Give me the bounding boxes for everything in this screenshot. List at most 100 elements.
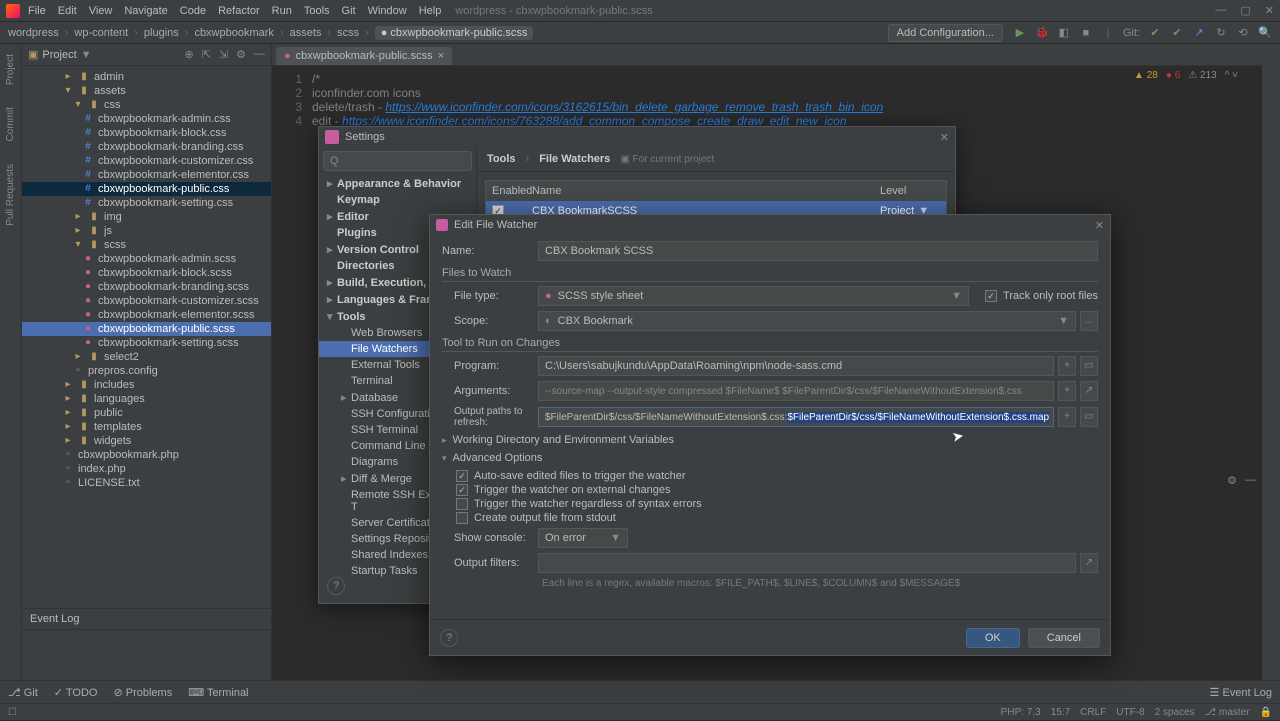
tree-folder[interactable]: ▸▮admin bbox=[22, 70, 271, 84]
menu-file[interactable]: File bbox=[28, 5, 46, 17]
code-editor[interactable]: ▲ 28 ● 6 ⚠ 213 ^ ˅ 1/* 2iconfinder.com i… bbox=[272, 66, 1262, 134]
ok-button[interactable]: OK bbox=[966, 628, 1020, 648]
expand-icon[interactable]: ⇱ bbox=[202, 48, 211, 61]
problems-tab[interactable]: ⊘ Problems bbox=[113, 686, 172, 699]
git-rollback-icon[interactable]: ⟲ bbox=[1236, 26, 1250, 39]
gear-icon[interactable]: ⚙ bbox=[1227, 474, 1237, 487]
tree-file[interactable]: #cbxwpbookmark-public.css bbox=[22, 182, 271, 196]
autosave-checkbox[interactable]: Auto-save edited files to trigger the wa… bbox=[456, 470, 1098, 482]
tree-file[interactable]: #cbxwpbookmark-elementor.css bbox=[22, 168, 271, 182]
scope-select[interactable]: ◐ CBX Bookmark▼ bbox=[538, 311, 1076, 331]
breadcrumb-seg[interactable]: assets bbox=[290, 27, 322, 39]
breadcrumb-seg[interactable]: wordpress bbox=[8, 27, 59, 39]
output-paths-input[interactable]: $FileParentDir$/css/$FileNameWithoutExte… bbox=[538, 407, 1054, 427]
tree-folder[interactable]: ▾▮assets bbox=[22, 84, 271, 98]
breadcrumb-file[interactable]: ● cbxwpbookmark-public.scss bbox=[375, 26, 534, 40]
breadcrumb-seg[interactable]: wp-content bbox=[74, 27, 128, 39]
tree-folder[interactable]: ▸▮js bbox=[22, 224, 271, 238]
tree-file[interactable]: ●cbxwpbookmark-public.scss bbox=[22, 322, 271, 336]
gear-icon[interactable]: ⚙ bbox=[236, 48, 246, 61]
help-icon[interactable]: ? bbox=[440, 629, 458, 647]
breadcrumb-seg[interactable]: plugins bbox=[144, 27, 179, 39]
tree-folder[interactable]: ▸▮public bbox=[22, 406, 271, 420]
inspection-summary[interactable]: ▲ 28 ● 6 ⚠ 213 ^ ˅ bbox=[1134, 70, 1238, 81]
expand-icon[interactable]: ↗ bbox=[1080, 553, 1098, 573]
insert-macro-icon[interactable]: + bbox=[1058, 381, 1076, 401]
todo-tab[interactable]: ✓ TODO bbox=[54, 686, 98, 699]
menu-window[interactable]: Window bbox=[368, 5, 407, 17]
help-icon[interactable]: ? bbox=[327, 577, 345, 595]
tree-folder[interactable]: ▸▮includes bbox=[22, 378, 271, 392]
git-history-icon[interactable]: ↻ bbox=[1214, 26, 1228, 39]
scope-browse-button[interactable]: … bbox=[1080, 311, 1098, 331]
encoding[interactable]: UTF-8 bbox=[1116, 707, 1144, 718]
git-push-icon[interactable]: ✔ bbox=[1170, 26, 1184, 39]
menu-navigate[interactable]: Navigate bbox=[124, 5, 167, 17]
git-commit-icon[interactable]: ✔ bbox=[1148, 26, 1162, 39]
breadcrumb-seg[interactable]: scss bbox=[337, 27, 359, 39]
tree-folder[interactable]: ▸▮templates bbox=[22, 420, 271, 434]
track-root-checkbox[interactable]: Track only root files bbox=[985, 290, 1098, 302]
tree-folder[interactable]: ▾▮css bbox=[22, 98, 271, 112]
menu-help[interactable]: Help bbox=[419, 5, 442, 17]
breadcrumb-seg[interactable]: cbxwpbookmark bbox=[194, 27, 273, 39]
external-changes-checkbox[interactable]: Trigger the watcher on external changes bbox=[456, 484, 1098, 496]
project-tool-tab[interactable]: Project bbox=[5, 50, 16, 89]
tree-file[interactable]: ●cbxwpbookmark-block.scss bbox=[22, 266, 271, 280]
tree-file[interactable]: ▫cbxwpbookmark.php bbox=[22, 448, 271, 462]
working-dir-section[interactable]: ▸Working Directory and Environment Varia… bbox=[442, 434, 1098, 446]
tree-folder[interactable]: ▾▮scss bbox=[22, 238, 271, 252]
tree-folder[interactable]: ▸▮languages bbox=[22, 392, 271, 406]
add-configuration-button[interactable]: Add Configuration... bbox=[888, 24, 1003, 42]
tree-file[interactable]: #cbxwpbookmark-setting.css bbox=[22, 196, 271, 210]
menu-git[interactable]: Git bbox=[342, 5, 356, 17]
target-icon[interactable]: ⊕ bbox=[184, 48, 193, 61]
git-branch[interactable]: ⎇ master bbox=[1205, 707, 1250, 718]
debug-icon[interactable]: 🐞 bbox=[1035, 26, 1049, 39]
show-console-select[interactable]: On error▼ bbox=[538, 528, 628, 548]
search-icon[interactable]: 🔍 bbox=[1258, 26, 1272, 39]
browse-icon[interactable]: ▭ bbox=[1080, 356, 1098, 376]
browse-icon[interactable]: ▭ bbox=[1080, 407, 1098, 427]
project-tree[interactable]: ▸▮admin▾▮assets▾▮css#cbxwpbookmark-admin… bbox=[22, 66, 271, 608]
menu-code[interactable]: Code bbox=[180, 5, 206, 17]
lock-icon[interactable]: 🔒 bbox=[1260, 707, 1272, 718]
efw-close-icon[interactable]: ✕ bbox=[1095, 219, 1104, 232]
tree-folder[interactable]: ▸▮img bbox=[22, 210, 271, 224]
commit-tool-tab[interactable]: Commit bbox=[5, 103, 16, 145]
tree-file[interactable]: ▫LICENSE.txt bbox=[22, 476, 271, 490]
terminal-tab[interactable]: ⌨ Terminal bbox=[188, 686, 248, 699]
settings-crumb-tools[interactable]: Tools bbox=[487, 153, 516, 165]
git-tab[interactable]: ⎇ Git bbox=[8, 686, 38, 699]
arguments-input[interactable]: --source-map --output-style compressed $… bbox=[538, 381, 1054, 401]
collapse-icon[interactable]: ⇲ bbox=[219, 48, 228, 61]
tree-file[interactable]: ●cbxwpbookmark-customizer.scss bbox=[22, 294, 271, 308]
name-input[interactable]: CBX Bookmark SCSS bbox=[538, 241, 1098, 261]
menu-edit[interactable]: Edit bbox=[58, 5, 77, 17]
menu-tools[interactable]: Tools bbox=[304, 5, 330, 17]
tree-file[interactable]: #cbxwpbookmark-block.css bbox=[22, 126, 271, 140]
expand-icon[interactable]: ↗ bbox=[1080, 381, 1098, 401]
indent[interactable]: 2 spaces bbox=[1155, 707, 1195, 718]
tree-file[interactable]: ▫prepros.config bbox=[22, 364, 271, 378]
settings-item[interactable]: Keymap bbox=[319, 192, 476, 208]
menu-view[interactable]: View bbox=[89, 5, 113, 17]
tree-folder[interactable]: ▸▮widgets bbox=[22, 434, 271, 448]
tree-file[interactable]: ▫index.php bbox=[22, 462, 271, 476]
settings-item[interactable]: ▸Appearance & Behavior bbox=[319, 175, 476, 192]
syntax-errors-checkbox[interactable]: Trigger the watcher regardless of syntax… bbox=[456, 498, 1098, 510]
pull-requests-tab[interactable]: Pull Requests bbox=[5, 160, 16, 230]
tree-file[interactable]: #cbxwpbookmark-customizer.css bbox=[22, 154, 271, 168]
stop-icon[interactable]: ■ bbox=[1079, 27, 1093, 39]
minimize-icon[interactable]: — bbox=[1215, 4, 1226, 17]
settings-search-input[interactable]: Q bbox=[323, 151, 472, 171]
line-sep[interactable]: CRLF bbox=[1080, 707, 1106, 718]
tree-file[interactable]: ●cbxwpbookmark-branding.scss bbox=[22, 280, 271, 294]
git-update-icon[interactable]: ↗ bbox=[1192, 26, 1206, 39]
insert-macro-icon[interactable]: + bbox=[1058, 356, 1076, 376]
advanced-options-section[interactable]: ▾Advanced Options bbox=[442, 452, 1098, 464]
stdout-checkbox[interactable]: Create output file from stdout bbox=[456, 512, 1098, 524]
hide-icon[interactable]: — bbox=[254, 48, 265, 61]
tree-file[interactable]: ●cbxwpbookmark-admin.scss bbox=[22, 252, 271, 266]
run-icon[interactable]: ▶ bbox=[1013, 26, 1027, 39]
